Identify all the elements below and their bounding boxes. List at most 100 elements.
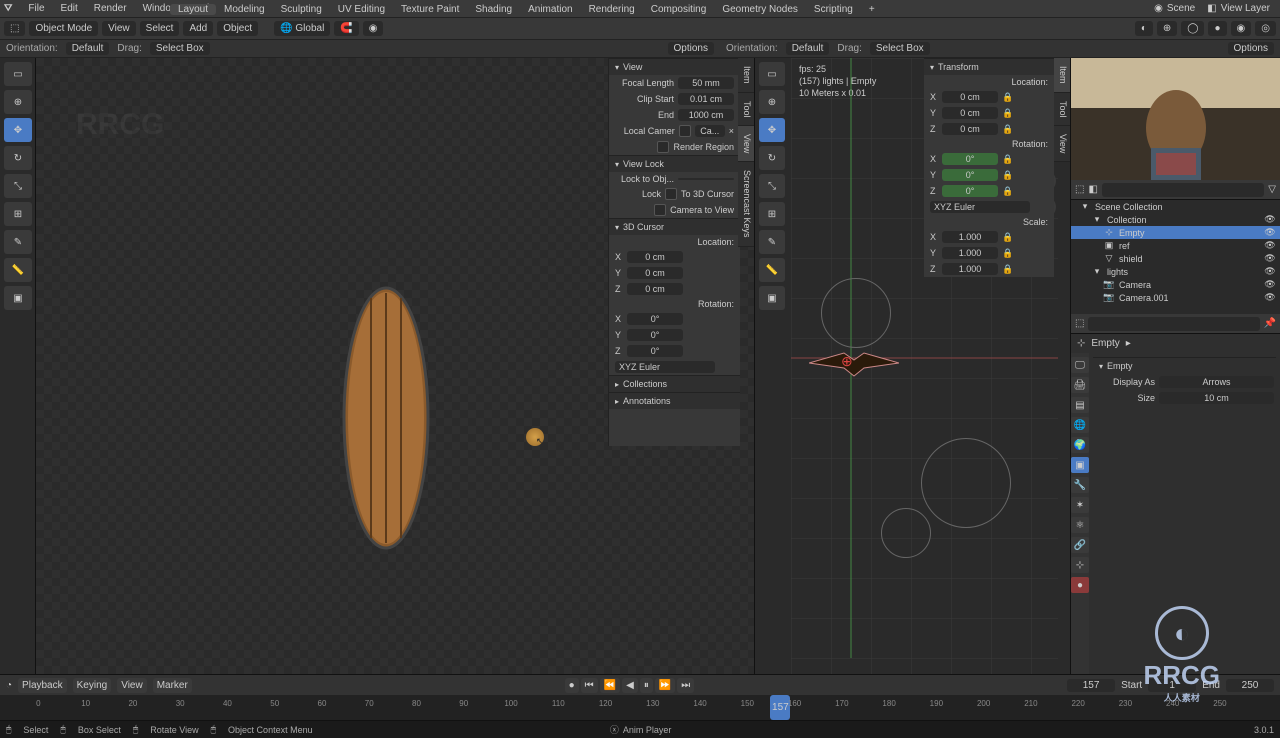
cursor-ry-input[interactable]: 0° (627, 329, 683, 341)
scl-x-input[interactable]: 1.000 (942, 231, 998, 243)
tab-modeling[interactable]: Modeling (216, 4, 273, 15)
ptab-output-icon[interactable]: 🖨 (1071, 377, 1089, 393)
outliner-row[interactable]: 📷Camera👁 (1071, 278, 1280, 291)
lock-icon[interactable]: 🔒 (1002, 92, 1013, 103)
clipend-input[interactable]: 1000 cm (678, 109, 734, 121)
ptab-physics-icon[interactable]: ⚛ (1071, 517, 1089, 533)
shading-material-icon[interactable]: ◉ (1231, 21, 1252, 36)
drag-selectbox[interactable]: Select Box (150, 42, 210, 55)
shield-object[interactable] (326, 278, 446, 558)
tool2-measure[interactable]: 📏 (759, 258, 785, 282)
visibility-icon[interactable]: 👁 (1264, 227, 1276, 238)
editor-type-icon[interactable]: ⬚ (4, 21, 25, 36)
visibility-icon[interactable]: 👁 (1264, 214, 1276, 225)
visibility-icon[interactable]: 👁 (1264, 292, 1276, 303)
tool-add-cube[interactable]: ▣ (4, 286, 32, 310)
ptab-data-icon[interactable]: ⊹ (1071, 557, 1089, 573)
lock-icon[interactable]: 🔒 (1002, 154, 1013, 165)
n2-tab-item[interactable]: Item (1054, 58, 1070, 93)
lockobj-input[interactable] (678, 178, 734, 180)
tab-layout[interactable]: Layout (170, 4, 216, 15)
overlay-toggle-icon[interactable]: ◐ (1135, 21, 1153, 36)
tab-animation[interactable]: Animation (520, 4, 580, 15)
header-view[interactable]: View (102, 21, 136, 36)
tab-add[interactable]: + (861, 4, 883, 15)
lock-icon[interactable]: 🔒 (1002, 170, 1013, 181)
tab-sculpting[interactable]: Sculpting (273, 4, 330, 15)
lock-icon[interactable]: 🔒 (1002, 124, 1013, 135)
scl-z-input[interactable]: 1.000 (942, 263, 998, 275)
cursor-y-input[interactable]: 0 cm (627, 267, 683, 279)
local-camera-toggle[interactable] (679, 125, 691, 137)
proportional-icon[interactable]: ◉ (363, 21, 384, 36)
outliner-row[interactable]: 📷Camera.001👁 (1071, 291, 1280, 304)
n-tab-view[interactable]: View (738, 126, 754, 162)
loc-y-input[interactable]: 0 cm (942, 107, 998, 119)
cursor-rotmode-dropdown[interactable]: XYZ Euler (615, 361, 715, 373)
gizmo-toggle-icon[interactable]: ⊕ (1157, 21, 1177, 36)
rotmode-dropdown[interactable]: XYZ Euler (930, 201, 1030, 213)
viewport-main[interactable]: RRCG ↖ Z X Y 🔍 ✋ 📷 ▦ ▾View Focal Length5… (36, 58, 754, 674)
header-object[interactable]: Object (217, 21, 258, 36)
empty-panel-header[interactable]: ▾Empty (1093, 357, 1276, 374)
n-tab-screencast[interactable]: Screencast Keys (738, 162, 754, 247)
scl-y-input[interactable]: 1.000 (942, 247, 998, 259)
filter-icon[interactable]: ▽ (1268, 184, 1276, 195)
view-panel-header[interactable]: ▾View (609, 58, 740, 75)
collections-header[interactable]: ▸Collections (609, 375, 740, 392)
cursor-x-input[interactable]: 0 cm (627, 251, 683, 263)
tab-texture[interactable]: Texture Paint (393, 4, 467, 15)
n2-tab-tool[interactable]: Tool (1054, 93, 1070, 127)
transform-header[interactable]: ▾Transform (924, 58, 1054, 75)
menu-edit[interactable]: Edit (53, 3, 86, 14)
tool-transform[interactable]: ⊞ (4, 202, 32, 226)
tool2-scale[interactable]: ⤡ (759, 174, 785, 198)
ptab-world-icon[interactable]: 🌍 (1071, 437, 1089, 453)
tab-rendering[interactable]: Rendering (581, 4, 643, 15)
ptab-object-icon[interactable]: ▣ (1071, 457, 1089, 473)
outliner-row[interactable]: ▣ref👁 (1071, 239, 1280, 252)
timeline-track[interactable]: 157 010203040506070809010011012013014015… (0, 695, 1280, 720)
visibility-icon[interactable]: 👁 (1264, 240, 1276, 251)
tab-uv[interactable]: UV Editing (330, 4, 393, 15)
autokey-icon[interactable]: ● (565, 678, 579, 693)
orientation-global[interactable]: 🌐 Global (274, 21, 330, 36)
pin-icon[interactable]: 📌 (1264, 318, 1276, 329)
outliner-scene-icon[interactable]: ⬚ (1075, 184, 1084, 195)
pause-icon[interactable]: ⏸ (640, 678, 653, 693)
scene-circle-1[interactable] (821, 278, 891, 348)
tab-shading[interactable]: Shading (467, 4, 520, 15)
tool-rotate[interactable]: ↻ (4, 146, 32, 170)
viewlayer-dropdown[interactable]: ◧View Layer (1201, 3, 1276, 14)
tool-measure[interactable]: 📏 (4, 258, 32, 282)
tool-move[interactable]: ✥ (4, 118, 32, 142)
tool-annotate[interactable]: ✎ (4, 230, 32, 254)
timeline-marker[interactable]: Marker (153, 678, 192, 693)
timeline-view[interactable]: View (117, 678, 147, 693)
jump-end-icon[interactable]: ⏭ (677, 678, 694, 693)
tool2-transform[interactable]: ⊞ (759, 202, 785, 226)
lock-icon[interactable]: 🔒 (1002, 186, 1013, 197)
shading-render-icon[interactable]: ◎ (1255, 21, 1276, 36)
loc-x-input[interactable]: 0 cm (942, 91, 998, 103)
orient-default-2[interactable]: Default (786, 42, 830, 55)
scene-circle-2[interactable] (921, 438, 1011, 528)
ptab-render-icon[interactable]: 🖵 (1071, 357, 1089, 373)
close-icon[interactable]: × (729, 126, 734, 136)
outliner-row[interactable]: ▾lights👁 (1071, 265, 1280, 278)
lock-icon[interactable]: 🔒 (1002, 248, 1013, 259)
outliner-display-icon[interactable]: ◧ (1088, 184, 1097, 195)
timeline-editor-icon[interactable]: ◔ (6, 680, 12, 691)
snap-icon[interactable]: 🧲 (334, 21, 358, 36)
visibility-icon[interactable]: 👁 (1264, 266, 1276, 277)
end-frame-input[interactable]: 250 (1226, 679, 1274, 692)
outliner-search-input[interactable] (1102, 183, 1264, 197)
cursor-z-input[interactable]: 0 cm (627, 283, 683, 295)
orient-default[interactable]: Default (66, 42, 110, 55)
scene-dropdown[interactable]: ◉Scene (1148, 3, 1201, 14)
tab-scripting[interactable]: Scripting (806, 4, 861, 15)
props-editor-icon[interactable]: ⬚ (1075, 318, 1084, 329)
ptab-material-icon[interactable]: ● (1071, 577, 1089, 593)
drag-selectbox-2[interactable]: Select Box (870, 42, 930, 55)
visibility-icon[interactable]: 👁 (1264, 253, 1276, 264)
